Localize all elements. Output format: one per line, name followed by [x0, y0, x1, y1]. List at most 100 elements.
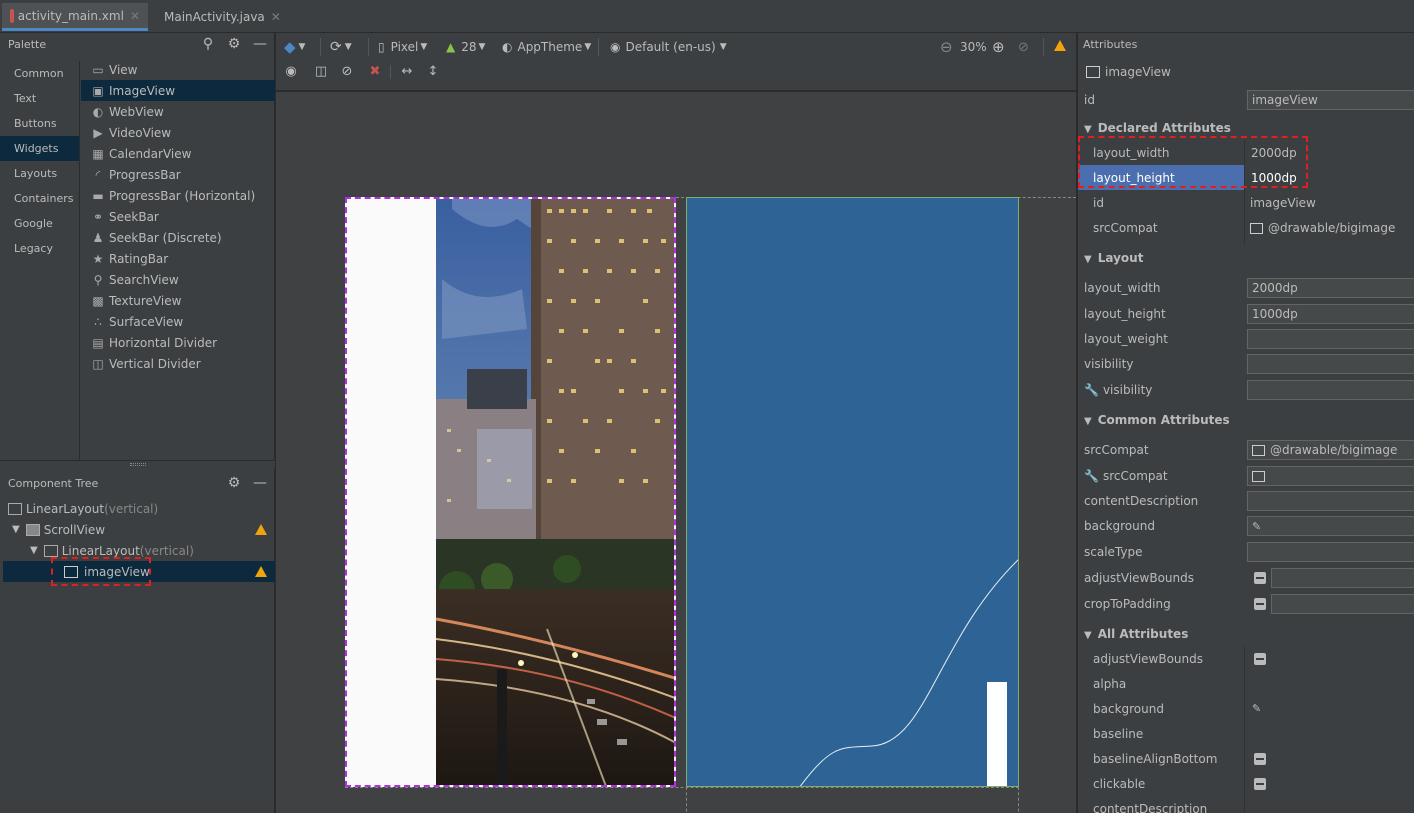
expand-vertical-icon[interactable]: ↕: [424, 63, 442, 81]
widget-progressbar-horizontal[interactable]: ▬ ProgressBar (Horizontal): [81, 185, 275, 206]
id-input[interactable]: imageView: [1247, 89, 1414, 110]
tools-visibility-dropdown[interactable]: [1247, 379, 1414, 400]
scaletype-dropdown[interactable]: [1247, 541, 1414, 562]
tab-activity-main-xml[interactable]: activity_main.xml ✕: [2, 3, 148, 31]
tristate-checkbox[interactable]: [1254, 777, 1266, 790]
bigimage-photo[interactable]: [347, 199, 676, 787]
category-google[interactable]: Google: [0, 211, 79, 236]
widget-webview[interactable]: ◐ WebView: [81, 101, 275, 122]
tristate-checkbox[interactable]: [1254, 597, 1266, 610]
expand-horizontal-icon[interactable]: ↔: [398, 63, 416, 81]
tristate-checkbox[interactable]: [1254, 752, 1266, 765]
progress-circle-icon: ◜: [95, 167, 101, 182]
design-toolbar: ◆ ▼ ⟳ ▼ ▯ Pixel ▼ ▲ 28 ▼ ◐ AppTheme ▼ ◉ Defau…: [276, 33, 1076, 91]
attr-value[interactable]: @drawable/bigimage: [1268, 221, 1395, 235]
tristate-checkbox[interactable]: [1254, 652, 1266, 665]
eye-icon[interactable]: ◉: [282, 63, 300, 81]
widget-imageview[interactable]: ▣ ImageView: [81, 80, 275, 101]
zoom-out-button[interactable]: ⊖: [940, 37, 953, 57]
crop-to-padding-field[interactable]: [1271, 593, 1414, 614]
minimize-icon[interactable]: —: [251, 35, 269, 53]
background-field[interactable]: ✎: [1247, 515, 1414, 536]
zoom-in-button[interactable]: ⊕: [992, 37, 1005, 57]
device-selector[interactable]: ▯ Pixel ▼: [378, 37, 427, 57]
srccompat-field[interactable]: @drawable/bigimage: [1247, 439, 1414, 460]
locale-selector[interactable]: ◉ Default (en-us) ▼: [610, 37, 727, 57]
widget-searchview[interactable]: ⚲ SearchView: [81, 269, 275, 290]
widget-view[interactable]: ▭ View: [81, 59, 275, 80]
widget-textureview[interactable]: ▩ TextureView: [81, 290, 275, 311]
section-common-attributes[interactable]: ▼ Common Attributes: [1078, 407, 1414, 432]
collapse-arrow-icon[interactable]: ▼: [1084, 630, 1092, 641]
clear-constraints-icon[interactable]: ✖: [366, 63, 384, 81]
minimize-icon[interactable]: —: [251, 474, 269, 492]
attr-row-content-description-all: contentDescription: [1078, 796, 1414, 813]
attr-row-id-declared[interactable]: id imageView: [1078, 190, 1414, 215]
widget-ratingbar[interactable]: ★ RatingBar: [81, 248, 275, 269]
eyedropper-icon[interactable]: ✎: [1252, 520, 1261, 533]
expand-arrow-icon[interactable]: ▼: [12, 524, 20, 535]
close-icon[interactable]: ✕: [271, 10, 281, 24]
api-level-selector[interactable]: ▲ 28 ▼: [446, 37, 485, 57]
collapse-arrow-icon[interactable]: ▼: [1084, 416, 1092, 427]
tab-main-activity-java[interactable]: MainActivity.java ✕: [152, 3, 286, 31]
widget-calendarview[interactable]: ▦ CalendarView: [81, 143, 275, 164]
widget-surfaceview[interactable]: ∴ SurfaceView: [81, 311, 275, 332]
attr-name: layout_weight: [1084, 331, 1168, 346]
category-common[interactable]: Common: [0, 61, 79, 86]
design-preview[interactable]: [345, 197, 676, 787]
category-buttons[interactable]: Buttons: [0, 111, 79, 136]
attr-row-srccompat-declared[interactable]: srcCompat @drawable/bigimage: [1078, 215, 1414, 240]
tree-node-root-linearlayout[interactable]: LinearLayout (vertical): [8, 498, 158, 519]
widget-label: Vertical Divider: [109, 356, 201, 371]
panel-splitter[interactable]: [0, 460, 275, 468]
vertical-divider-icon: ◫: [92, 356, 104, 371]
blueprint-toggle-icon[interactable]: ◫: [312, 63, 330, 81]
collapse-arrow-icon[interactable]: ▼: [1084, 124, 1092, 135]
visibility-dropdown[interactable]: [1247, 353, 1414, 374]
widget-horizontal-divider[interactable]: ▤ Horizontal Divider: [81, 332, 275, 353]
category-legacy[interactable]: Legacy: [0, 236, 79, 261]
theme-selector[interactable]: ◐ AppTheme ▼: [502, 37, 591, 57]
widget-videoview[interactable]: ▶ VideoView: [81, 122, 275, 143]
gear-icon[interactable]: ⚙: [225, 474, 243, 492]
gear-icon[interactable]: ⚙: [225, 35, 243, 53]
design-surface-button[interactable]: ◆ ▼: [284, 37, 305, 57]
warning-icon[interactable]: [255, 524, 267, 535]
section-layout[interactable]: ▼ Layout: [1078, 245, 1414, 270]
close-icon[interactable]: ✕: [130, 9, 140, 23]
layout-width-input[interactable]: 2000dp: [1247, 277, 1414, 298]
category-containers[interactable]: Containers: [0, 186, 79, 211]
content-description-input[interactable]: [1247, 490, 1414, 511]
widget-progressbar[interactable]: ◜ ProgressBar: [81, 164, 275, 185]
attr-name: srcCompat: [1102, 468, 1168, 483]
section-all-attributes[interactable]: ▼ All Attributes: [1078, 621, 1414, 646]
category-widgets[interactable]: Widgets: [0, 136, 79, 161]
collapse-arrow-icon[interactable]: ▼: [1084, 254, 1092, 265]
layers-icon: ◆: [284, 38, 296, 56]
layout-weight-input[interactable]: [1247, 328, 1414, 349]
search-icon[interactable]: ⚲: [199, 35, 217, 53]
adjust-view-bounds-field[interactable]: [1271, 567, 1414, 588]
design-canvas[interactable]: [276, 92, 1076, 813]
eyedropper-icon[interactable]: ✎: [1252, 702, 1261, 715]
attr-value[interactable]: imageView: [1250, 196, 1316, 210]
warning-icon[interactable]: [255, 566, 267, 577]
orientation-button[interactable]: ⟳ ▼: [330, 37, 352, 57]
widget-seekbar-discrete[interactable]: ♟ SeekBar (Discrete): [81, 227, 275, 248]
blueprint-preview[interactable]: [686, 197, 1019, 787]
attributes-title: Attributes: [1083, 38, 1138, 51]
widget-vertical-divider[interactable]: ◫ Vertical Divider: [81, 353, 275, 374]
tristate-checkbox[interactable]: [1254, 571, 1266, 584]
tree-node-scrollview[interactable]: ▼ ScrollView: [12, 519, 105, 540]
autoconnect-off-icon[interactable]: ⊘: [338, 63, 356, 81]
warning-icon[interactable]: [1054, 40, 1066, 51]
category-layouts[interactable]: Layouts: [0, 161, 79, 186]
widget-seekbar[interactable]: ⚭ SeekBar: [81, 206, 275, 227]
expand-arrow-icon[interactable]: ▼: [30, 545, 38, 556]
category-text[interactable]: Text: [0, 86, 79, 111]
tools-srccompat-field[interactable]: [1247, 465, 1414, 486]
zoom-fit-button[interactable]: ⊘: [1018, 37, 1029, 57]
attr-name: layout_height: [1084, 306, 1166, 321]
layout-height-input[interactable]: 1000dp: [1247, 303, 1414, 324]
